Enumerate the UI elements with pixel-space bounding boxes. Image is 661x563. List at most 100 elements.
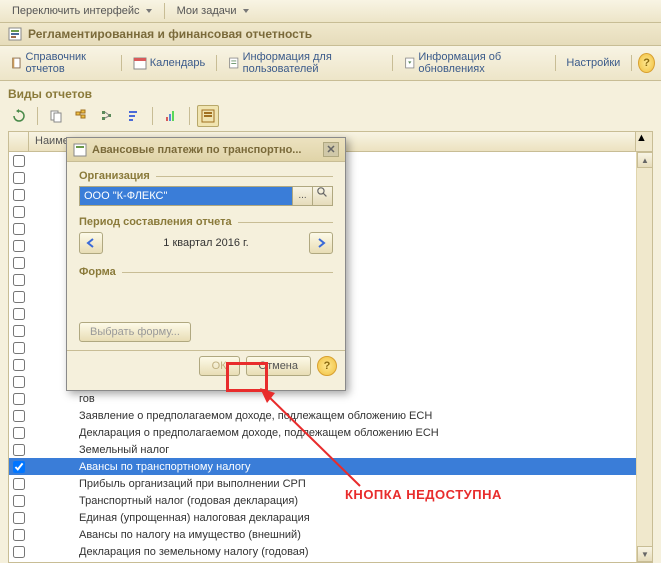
row-name: Авансы по налогу на имущество (внешний) (29, 529, 652, 541)
row-name: Земельный налог (29, 444, 652, 456)
row-checkbox-cell (9, 393, 29, 405)
calendar-icon (133, 56, 147, 70)
row-checkbox-cell (9, 478, 29, 490)
table-row[interactable]: Авансы по транспортному налогу (9, 458, 652, 475)
chart-button[interactable] (160, 105, 182, 127)
close-button[interactable]: ✕ (323, 142, 339, 157)
row-checkbox[interactable] (13, 529, 25, 541)
vertical-scrollbar[interactable]: ▲ ▼ (636, 152, 652, 562)
table-row[interactable]: Прибыль организаций при выполнении СРП (9, 475, 652, 492)
row-checkbox-cell (9, 410, 29, 422)
advance-payments-dialog: Авансовые платежи по транспортно... ✕ Ор… (66, 137, 346, 391)
dialog-titlebar[interactable]: Авансовые платежи по транспортно... ✕ (67, 138, 345, 162)
row-checkbox[interactable] (13, 495, 25, 507)
table-row[interactable]: Единая (упрощенная) налоговая декларация (9, 509, 652, 526)
form-label-text: Форма (79, 266, 116, 278)
org-search-button[interactable] (313, 186, 333, 206)
period-next-button[interactable] (309, 232, 333, 254)
menu-my-tasks-label: Мои задачи (177, 5, 237, 17)
row-name: Транспортный налог (годовая декларация) (29, 495, 652, 507)
table-row[interactable]: Декларация по земельному налогу (годовая… (9, 543, 652, 560)
scroll-down-button[interactable]: ▼ (637, 546, 653, 562)
row-name: Заявление о предполагаемом доходе, подле… (29, 410, 652, 422)
scroll-up-button[interactable]: ▲ (637, 152, 653, 168)
book-icon (11, 56, 23, 70)
sort-button[interactable] (123, 105, 145, 127)
list-button[interactable] (197, 105, 219, 127)
row-checkbox-cell (9, 512, 29, 524)
toolbar-info-updates-label: Информация об обновлениях (418, 51, 543, 75)
help-button[interactable]: ? (638, 53, 655, 73)
row-checkbox[interactable] (13, 240, 25, 252)
row-checkbox-cell (9, 291, 29, 303)
row-checkbox-cell (9, 444, 29, 456)
row-checkbox-cell (9, 461, 29, 473)
select-form-button[interactable]: Выбрать форму... (79, 322, 191, 342)
table-row[interactable]: Авансы по налогу на имущество (внешний) (9, 526, 652, 543)
row-checkbox[interactable] (13, 206, 25, 218)
period-prev-button[interactable] (79, 232, 103, 254)
row-checkbox-cell (9, 427, 29, 439)
row-checkbox[interactable] (13, 223, 25, 235)
toolbar-settings[interactable]: Настройки (561, 55, 625, 71)
org-input[interactable] (79, 186, 293, 206)
row-name: Декларация о предполагаемом доходе, подл… (29, 427, 652, 439)
row-checkbox[interactable] (13, 376, 25, 388)
row-checkbox[interactable] (13, 359, 25, 371)
row-checkbox[interactable] (13, 308, 25, 320)
row-name: гов (29, 393, 652, 405)
menu-my-tasks[interactable]: Мои задачи (171, 3, 255, 19)
row-checkbox[interactable] (13, 274, 25, 286)
dialog-help-button[interactable]: ? (317, 356, 337, 376)
table-row[interactable]: гов (9, 390, 652, 407)
toolbar-calendar[interactable]: Календарь (128, 54, 211, 72)
toolbar-info-users-label: Информация для пользователей (243, 51, 381, 75)
row-checkbox[interactable] (13, 546, 25, 558)
toolbar-info-updates[interactable]: Информация об обновлениях (399, 49, 549, 77)
row-checkbox[interactable] (13, 155, 25, 167)
row-checkbox[interactable] (13, 427, 25, 439)
table-row[interactable]: Транспортный налог (годовая декларация) (9, 492, 652, 509)
toolbar-info-users[interactable]: Информация для пользователей (223, 49, 386, 77)
tree-button[interactable] (97, 105, 119, 127)
row-checkbox[interactable] (13, 393, 25, 405)
org-select-button[interactable]: ... (293, 186, 313, 206)
period-value: 1 квартал 2016 г. (163, 237, 248, 249)
table-row[interactable]: Земельный налог (9, 441, 652, 458)
row-checkbox[interactable] (13, 325, 25, 337)
toolbar-calendar-label: Календарь (150, 57, 206, 69)
dialog-body: Организация ... Период составления отчет… (67, 162, 345, 350)
separator (164, 3, 165, 19)
row-checkbox[interactable] (13, 291, 25, 303)
expand-button[interactable] (71, 105, 93, 127)
dialog-title: Авансовые платежи по транспортно... (92, 144, 318, 156)
row-checkbox[interactable] (13, 189, 25, 201)
row-checkbox[interactable] (13, 342, 25, 354)
row-checkbox[interactable] (13, 512, 25, 524)
row-checkbox-cell (9, 308, 29, 320)
row-checkbox[interactable] (13, 410, 25, 422)
row-checkbox[interactable] (13, 172, 25, 184)
cancel-button[interactable]: Отмена (246, 356, 311, 376)
chevron-down-icon (243, 9, 249, 13)
table-row[interactable]: Декларация о предполагаемом доходе, подл… (9, 424, 652, 441)
separator (392, 55, 393, 71)
row-checkbox[interactable] (13, 461, 25, 473)
row-checkbox-cell (9, 376, 29, 388)
row-checkbox-cell (9, 274, 29, 286)
menu-switch-interface[interactable]: Переключить интерфейс (6, 3, 158, 19)
separator (121, 55, 122, 71)
chevron-down-icon (146, 9, 152, 13)
separator (216, 55, 217, 71)
refresh-button[interactable] (8, 105, 30, 127)
row-name: Прибыль организаций при выполнении СРП (29, 478, 652, 490)
toolbar-reference[interactable]: Справочник отчетов (6, 49, 115, 77)
section-title: Виды отчетов (0, 81, 661, 103)
row-checkbox[interactable] (13, 478, 25, 490)
row-checkbox-cell (9, 359, 29, 371)
table-row[interactable]: Заявление о предполагаемом доходе, подле… (9, 407, 652, 424)
row-checkbox[interactable] (13, 444, 25, 456)
copy-button[interactable] (45, 105, 67, 127)
org-label: Организация (79, 170, 333, 182)
row-checkbox[interactable] (13, 257, 25, 269)
